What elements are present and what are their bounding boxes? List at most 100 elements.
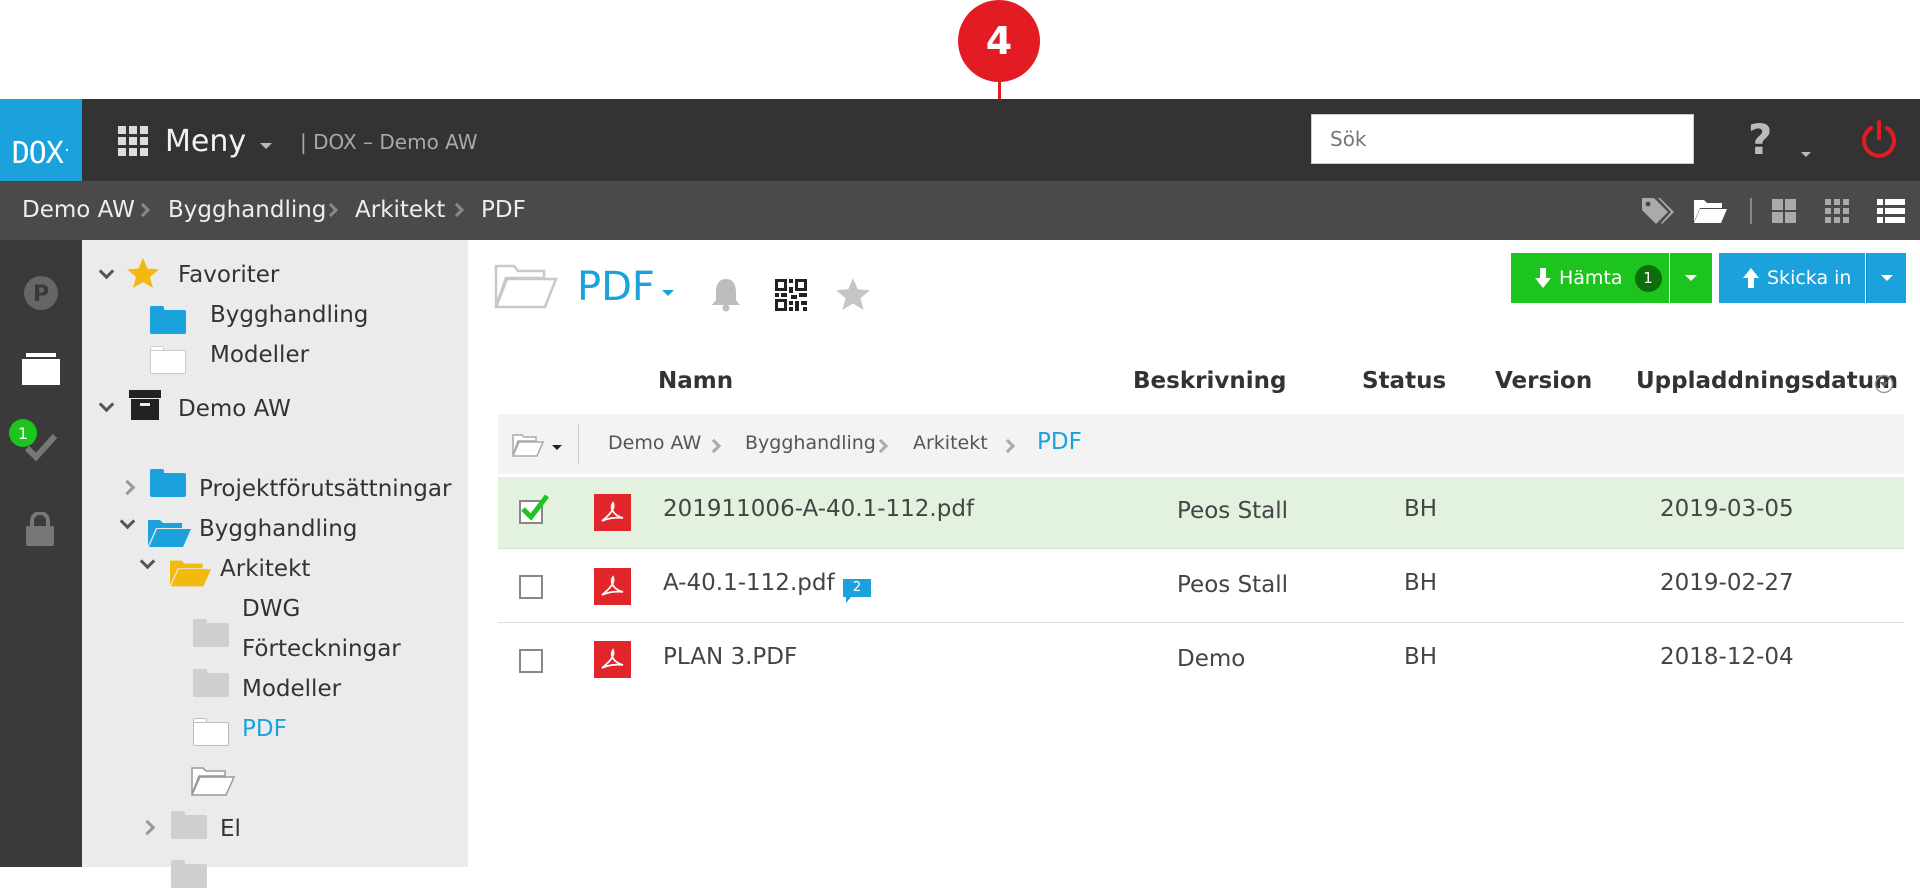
archive-folder-icon[interactable] <box>22 353 60 385</box>
checkmark-icon <box>521 494 549 521</box>
tree-item-arkitekt[interactable]: Arkitekt <box>220 556 310 582</box>
file-status: BH <box>1404 496 1438 522</box>
file-status: BH <box>1404 644 1438 670</box>
folder-open-icon[interactable] <box>512 433 544 457</box>
help-button[interactable]: ? <box>1748 115 1772 164</box>
sort-dropdown-icon[interactable] <box>1874 374 1894 394</box>
chevron-down-icon <box>1685 275 1697 281</box>
tree-item-bygghandling[interactable]: Bygghandling <box>199 516 357 542</box>
download-button[interactable]: Hämta 1 <box>1511 253 1669 303</box>
star-outline-icon[interactable] <box>835 277 871 311</box>
menu-label: Meny <box>165 123 247 159</box>
checkmark-icon[interactable] <box>24 432 58 462</box>
chevron-down-icon[interactable] <box>552 445 562 450</box>
large-grid-view-icon[interactable] <box>1772 199 1796 223</box>
breadcrumb-item[interactable]: PDF <box>481 197 526 223</box>
project-label[interactable]: Demo AW <box>178 396 291 422</box>
chevron-down-icon[interactable] <box>98 263 115 280</box>
chevron-down-icon <box>260 143 273 149</box>
chevron-right-icon <box>135 202 151 218</box>
apps-grid-icon <box>118 126 148 156</box>
file-upload-date: 2018-12-04 <box>1660 644 1794 670</box>
breadcrumb-item[interactable]: Arkitekt <box>355 197 445 223</box>
file-description: Peos Stall <box>1177 498 1289 524</box>
breadcrumb: Demo AW Bygghandling Arkitekt PDF <box>0 181 1920 240</box>
path-crumb[interactable]: Demo AW <box>608 432 701 454</box>
folder-open-white-icon <box>191 767 235 796</box>
file-upload-date: 2019-03-05 <box>1660 496 1794 522</box>
column-header-version[interactable]: Version <box>1495 368 1592 394</box>
search-input[interactable] <box>1311 114 1694 164</box>
pdf-file-icon <box>594 568 631 605</box>
lock-icon[interactable] <box>24 512 56 546</box>
favorite-item[interactable]: Bygghandling <box>210 302 368 328</box>
column-header-description[interactable]: Beskrivning <box>1133 368 1286 394</box>
folder-open-icon[interactable] <box>1692 196 1728 224</box>
folder-title: PDF <box>577 264 655 310</box>
path-crumb[interactable]: Arkitekt <box>913 432 988 454</box>
folder-white-icon <box>193 718 229 746</box>
breadcrumb-item[interactable]: Demo AW <box>22 197 135 223</box>
file-name[interactable]: PLAN 3.PDF <box>663 644 797 670</box>
chevron-right-icon[interactable] <box>119 479 136 496</box>
file-description: Demo <box>1177 646 1246 672</box>
folder-open-icon <box>494 264 558 309</box>
folder-blue-icon <box>150 306 186 334</box>
tags-icon[interactable] <box>1640 196 1674 224</box>
chevron-down-icon[interactable] <box>139 553 156 570</box>
column-header-status[interactable]: Status <box>1362 368 1446 394</box>
power-icon[interactable] <box>1859 119 1899 159</box>
tree-item-dwg[interactable]: DWG <box>242 596 300 622</box>
folder-gray-icon <box>171 860 207 888</box>
download-dropdown-button[interactable] <box>1670 253 1712 303</box>
svg-text:P: P <box>33 282 49 307</box>
chevron-right-icon[interactable] <box>139 819 156 836</box>
file-status: BH <box>1404 570 1438 596</box>
download-label: Hämta <box>1559 267 1623 289</box>
column-header-name[interactable]: Namn <box>658 368 733 394</box>
file-description: Peos Stall <box>1177 572 1289 598</box>
tree-item-pdf-selected[interactable]: PDF <box>242 716 287 742</box>
favorite-item[interactable]: Modeller <box>210 342 309 368</box>
row-checkbox[interactable] <box>519 575 543 599</box>
bell-icon[interactable] <box>710 276 742 312</box>
arrow-down-icon <box>1535 268 1551 288</box>
folder-gray-icon <box>193 619 229 647</box>
comment-count-badge[interactable]: 2 <box>843 579 871 603</box>
file-upload-date: 2019-02-27 <box>1660 570 1794 596</box>
parking-icon[interactable]: P <box>23 275 59 311</box>
dox-logo[interactable]: DOX · <box>0 99 82 181</box>
tree-item-forteckningar[interactable]: Förteckningar <box>242 636 401 662</box>
chevron-down-icon[interactable] <box>662 290 674 296</box>
tree-item-projektforutsattningar[interactable]: Projektförutsättningar <box>199 476 451 502</box>
divider <box>578 424 579 464</box>
file-name[interactable]: A-40.1-112.pdf <box>663 570 835 596</box>
tree-item-el[interactable]: El <box>220 816 241 842</box>
folder-open-yellow-icon <box>170 560 212 587</box>
chevron-down-icon[interactable] <box>98 396 115 413</box>
folder-white-icon <box>150 346 186 374</box>
folder-open-blue-icon <box>148 520 191 547</box>
path-crumb[interactable]: Bygghandling <box>745 432 876 454</box>
archive-box-icon <box>129 390 161 420</box>
callout-number: 4 <box>985 19 1013 63</box>
small-grid-view-icon[interactable] <box>1825 199 1849 223</box>
qr-code-icon[interactable] <box>775 279 807 311</box>
path-crumb-current: PDF <box>1037 429 1082 455</box>
star-icon <box>127 258 159 288</box>
chevron-down-icon <box>1801 152 1811 157</box>
chevron-right-icon <box>449 202 465 218</box>
upload-button[interactable]: Skicka in <box>1719 253 1865 303</box>
pdf-file-icon <box>594 641 631 678</box>
upload-dropdown-button[interactable] <box>1866 253 1906 303</box>
chevron-down-icon[interactable] <box>119 513 136 530</box>
upload-label: Skicka in <box>1767 267 1852 289</box>
list-view-icon[interactable] <box>1877 199 1905 223</box>
menu-button[interactable]: Meny <box>118 121 273 161</box>
tree-item-modeller[interactable]: Modeller <box>242 676 341 702</box>
breadcrumb-item[interactable]: Bygghandling <box>168 197 326 223</box>
row-checkbox[interactable] <box>519 649 543 673</box>
favorites-label[interactable]: Favoriter <box>178 262 279 288</box>
file-name[interactable]: 201911006-A-40.1-112.pdf <box>663 496 974 522</box>
column-header-upload-date[interactable]: Uppladdningsdatum <box>1636 368 1898 394</box>
